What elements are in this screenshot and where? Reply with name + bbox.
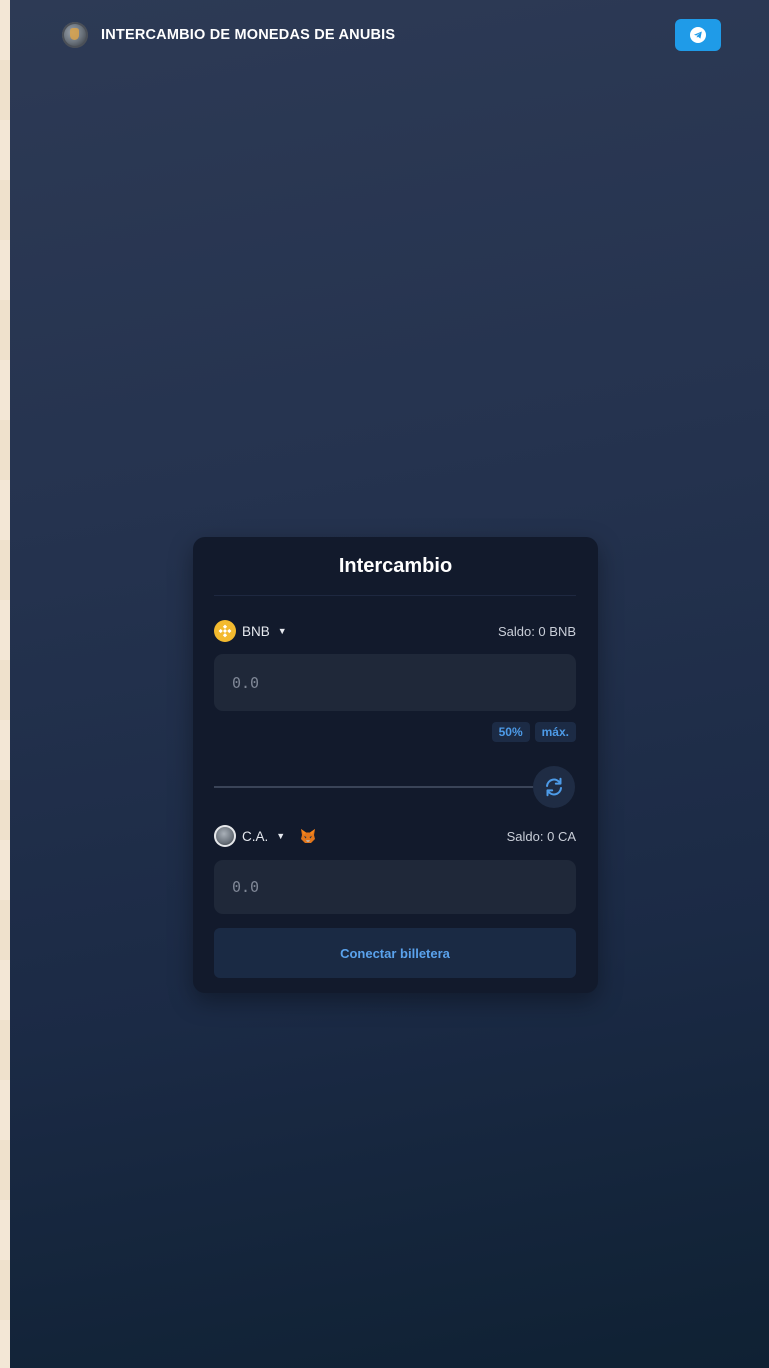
telegram-icon [690,27,706,43]
metamask-fox-icon[interactable] [299,827,317,845]
to-amount-input[interactable] [214,860,576,914]
to-token-symbol: C.A. [242,828,269,844]
swap-card: Intercambio BNB ▼ Saldo: 0 BNB 0.0 50% m… [193,537,598,993]
chevron-down-icon: ▼ [276,831,286,841]
to-token-row: C.A. ▼ Saldo: 0 CA [214,824,576,848]
app-background: INTERCAMBIO DE MONEDAS DE ANUBIS Interca… [10,0,769,1368]
telegram-button[interactable] [675,19,721,51]
chevron-down-icon: ▼ [277,626,287,636]
connect-wallet-button[interactable]: Conectar billetera [214,928,576,978]
swap-direction-button[interactable] [533,766,575,808]
anubis-logo-icon [62,22,88,48]
from-token-select[interactable]: BNB ▼ [214,620,287,642]
to-balance: Saldo: 0 CA [506,828,576,844]
bnb-icon [214,620,236,642]
swap-divider-line [214,786,536,788]
header: INTERCAMBIO DE MONEDAS DE ANUBIS [62,18,721,52]
brand[interactable]: INTERCAMBIO DE MONEDAS DE ANUBIS [62,22,395,48]
ca-token-icon [214,825,236,847]
title-divider [214,595,576,596]
max-button[interactable]: máx. [534,722,576,742]
from-balance: Saldo: 0 BNB [497,623,576,639]
swap-title: Intercambio [338,555,453,577]
from-token-symbol: BNB [242,623,270,639]
from-token-row: BNB ▼ Saldo: 0 BNB [214,619,576,643]
percent-50-button[interactable]: 50% [491,722,530,742]
page-title: INTERCAMBIO DE MONEDAS DE ANUBIS [101,27,396,43]
side-background-strip [0,0,10,1368]
page: INTERCAMBIO DE MONEDAS DE ANUBIS Interca… [0,0,769,1368]
percent-buttons: 50% máx. [491,722,576,742]
swap-arrows-icon [546,777,562,797]
to-token-select[interactable]: C.A. ▼ [214,825,317,847]
from-amount-input[interactable] [214,654,576,711]
